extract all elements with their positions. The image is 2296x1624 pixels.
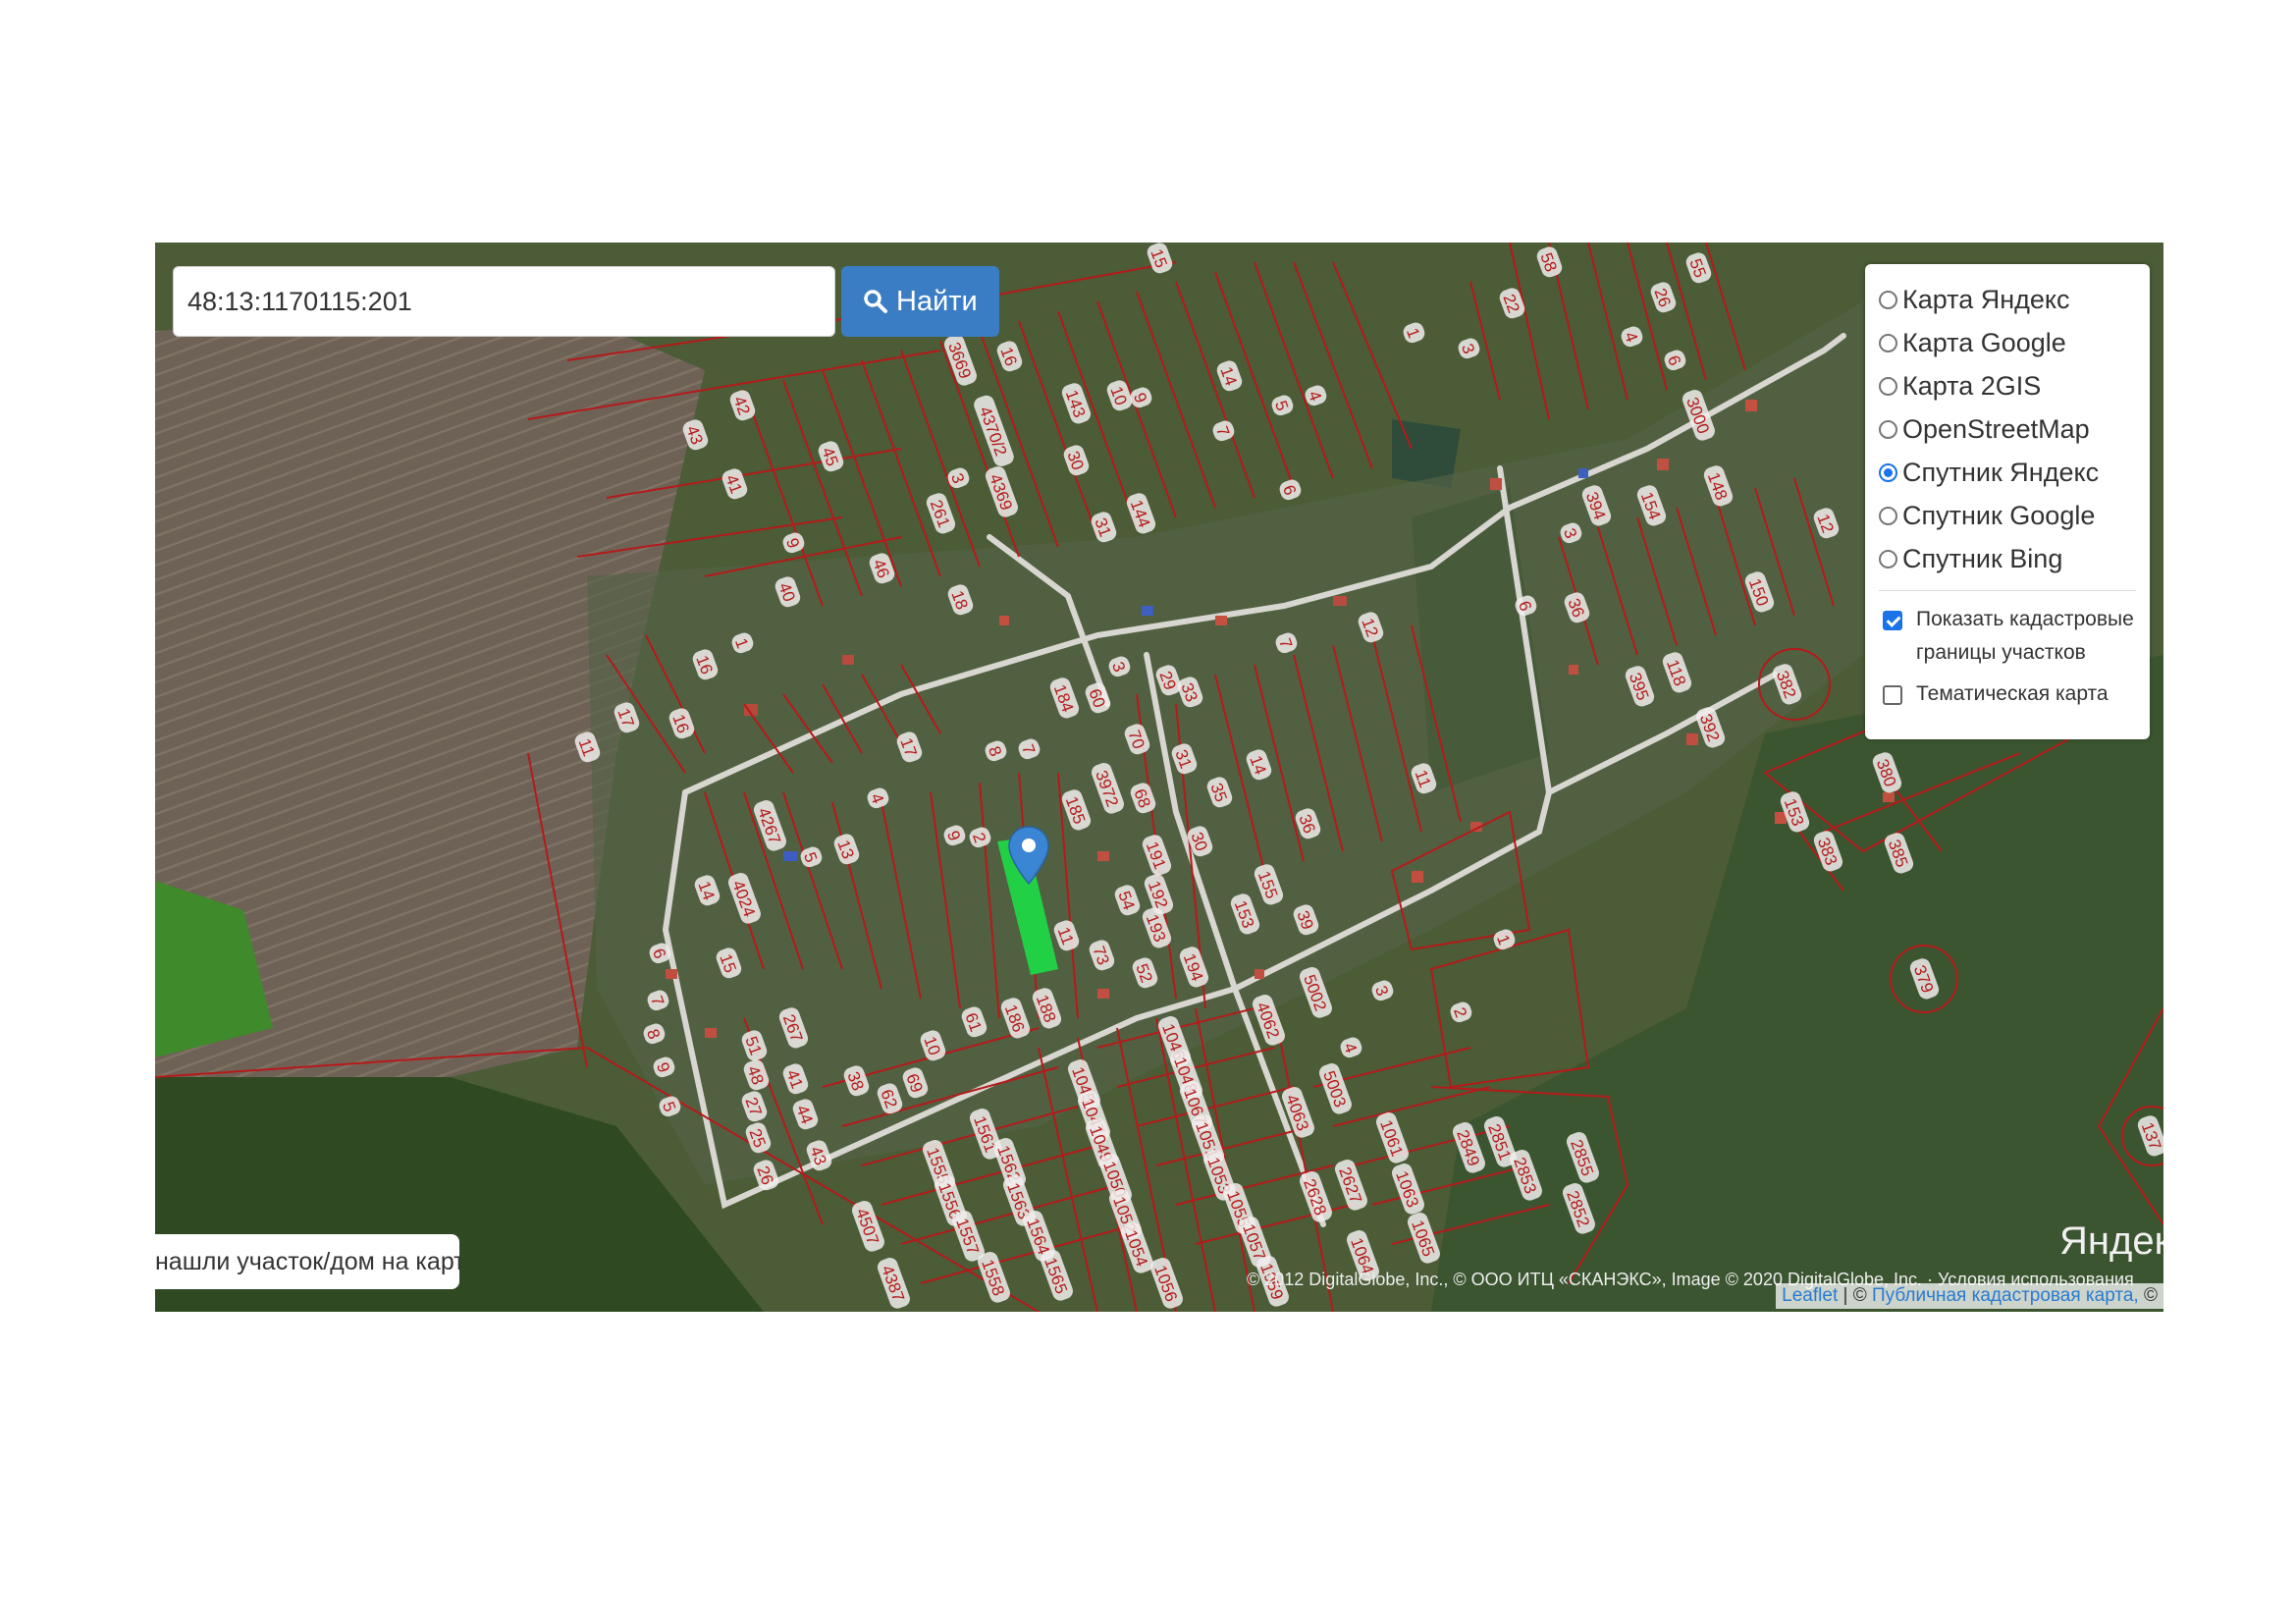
layer-option-label: Спутник Google [1902, 500, 2096, 530]
layer-option-label: OpenStreetMap [1902, 413, 2090, 444]
cadastre-link[interactable]: Публичная кадастровая карта, [1872, 1285, 2139, 1306]
layer-radio[interactable] [1879, 376, 1897, 396]
layer-option-label: Карта 2GIS [1902, 370, 2042, 401]
map-attribution: Leaflet | © Публичная кадастровая карта,… [1776, 1283, 2163, 1309]
layer-option[interactable]: Карта 2GIS [1879, 364, 2136, 407]
attribution-tail: © [2138, 1285, 2158, 1306]
find-button[interactable]: Найти [841, 266, 999, 337]
layer-option[interactable]: Спутник Яндекс [1879, 451, 2136, 494]
help-text: нашли участок/дом на карте? [155, 1247, 459, 1275]
layer-option[interactable]: OpenStreetMap [1879, 407, 2136, 451]
layer-radio[interactable] [1879, 549, 1897, 568]
layer-radio[interactable] [1879, 290, 1897, 309]
location-pin-icon[interactable] [1007, 825, 1050, 886]
layer-option[interactable]: Спутник Bing [1879, 537, 2136, 580]
layer-radio[interactable] [1879, 333, 1897, 352]
yandex-logo: Яндекс [2059, 1219, 2163, 1263]
leaflet-link[interactable]: Leaflet [1782, 1285, 1838, 1306]
layer-radio[interactable] [1879, 506, 1897, 525]
layer-option[interactable]: Спутник Google [1879, 494, 2136, 537]
layer-option-label: Карта Яндекс [1902, 284, 2070, 314]
search-bar: Найти [173, 266, 999, 337]
layer-option-label: Карта Google [1902, 327, 2066, 357]
divider [1879, 590, 2136, 591]
layer-radio[interactable] [1879, 419, 1897, 439]
layer-option-label: Спутник Bing [1902, 543, 2063, 573]
not-found-help-button[interactable]: нашли участок/дом на карте? [155, 1234, 459, 1289]
thematic-map-toggle[interactable]: Тематическая карта [1879, 677, 2136, 711]
satellite-imagery: 151636694370/2143 10 914547132258265546434… [155, 243, 2163, 1312]
thematic-map-label: Тематическая карта [1916, 682, 2109, 705]
layer-switcher: Карта Яндекс Карта Google Карта 2GIS OpenSt… [1865, 264, 2150, 739]
cadastral-boundaries-checkbox[interactable] [1883, 611, 1902, 630]
layer-radio[interactable] [1879, 462, 1897, 482]
layer-option[interactable]: Карта Яндекс [1879, 278, 2136, 321]
find-button-label: Найти [896, 285, 978, 317]
layer-option-label: Спутник Яндекс [1902, 457, 2100, 487]
map-viewport[interactable]: 15 16 3669 4370/2 143 10 9 14 5 4 7 1 3 22 58 26 55 4 6 43 4… [155, 243, 2163, 1312]
attribution-separator: | © [1838, 1285, 1872, 1306]
thematic-map-checkbox[interactable] [1883, 685, 1902, 705]
cadastral-boundaries-label: Показать кадастровые границы участков [1916, 608, 2134, 664]
search-icon [864, 290, 887, 313]
cadastral-number-input[interactable] [173, 266, 835, 337]
cadastral-boundaries-toggle[interactable]: Показать кадастровые границы участков [1879, 603, 2136, 670]
layer-option[interactable]: Карта Google [1879, 321, 2136, 364]
